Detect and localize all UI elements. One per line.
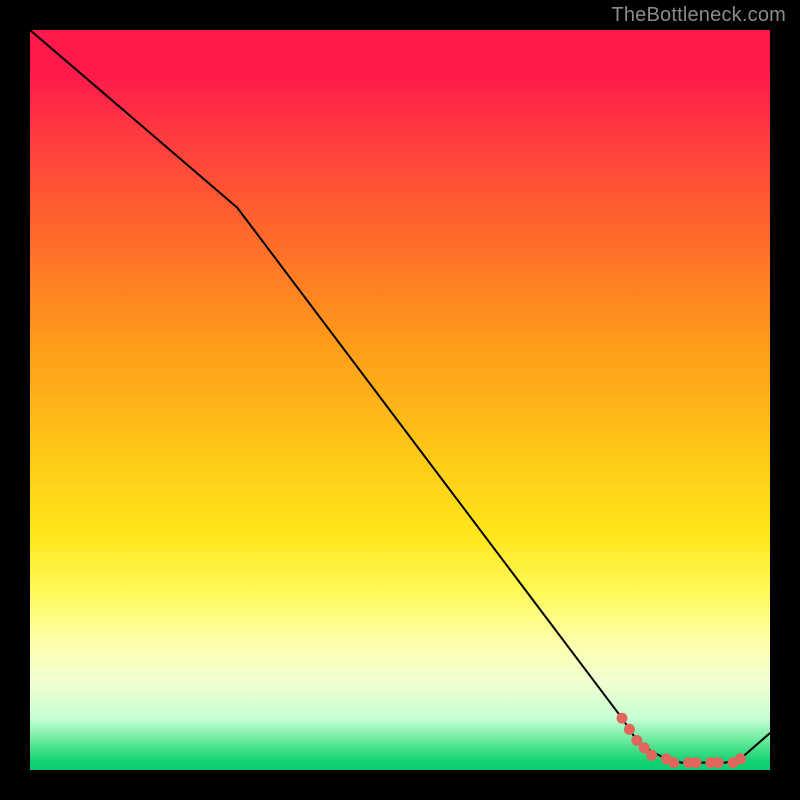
bottleneck-curve-path <box>30 30 770 763</box>
highlight-dot <box>713 757 724 768</box>
highlight-dot <box>735 753 746 764</box>
highlight-dot <box>617 713 628 724</box>
bottleneck-curve <box>30 30 770 763</box>
plot-area <box>30 30 770 770</box>
chart-svg <box>30 30 770 770</box>
highlight-dots <box>617 713 746 768</box>
watermark-text: TheBottleneck.com <box>611 4 786 27</box>
highlight-dot <box>668 757 679 768</box>
highlight-dot <box>624 724 635 735</box>
chart-frame: TheBottleneck.com <box>0 0 800 800</box>
highlight-dot <box>646 750 657 761</box>
highlight-dot <box>691 757 702 768</box>
